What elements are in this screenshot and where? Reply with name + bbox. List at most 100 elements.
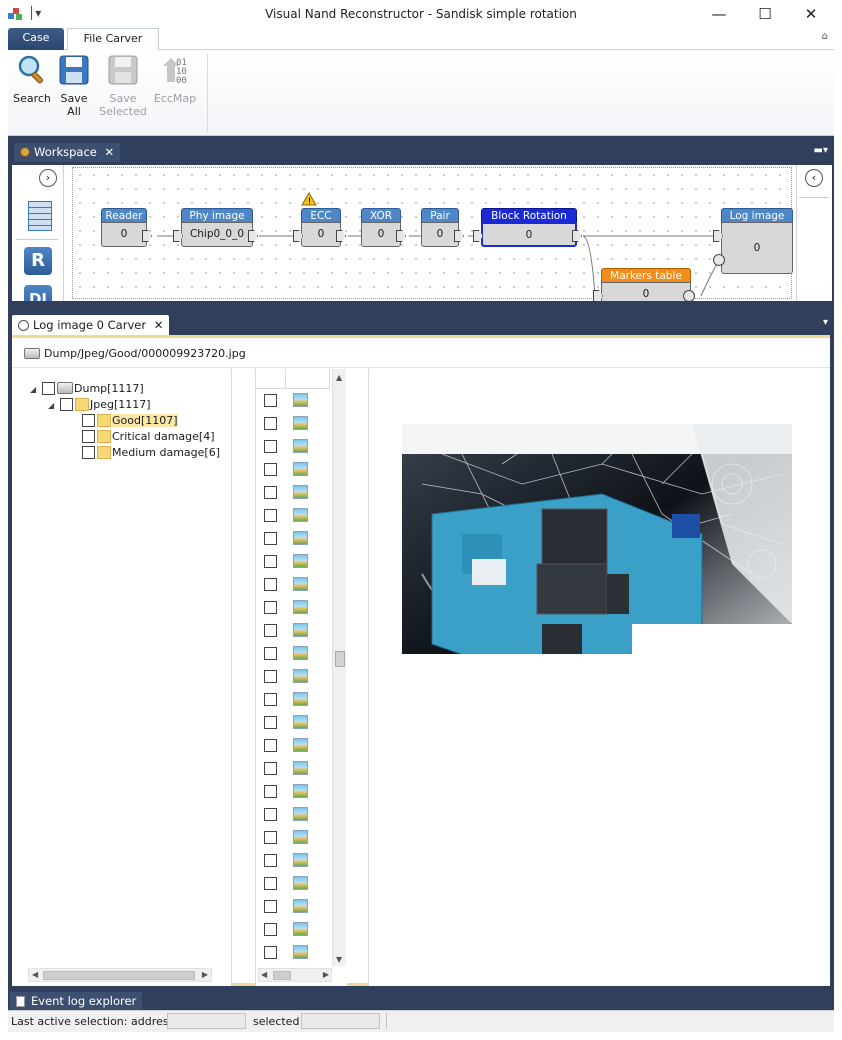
tab-log-image-carver[interactable]: Log image 0 Carver ✕ [12,315,170,335]
tree-checkbox[interactable] [82,414,95,427]
tree-item-jpeg[interactable]: ◢ Jpeg[1117] [48,397,151,413]
port-out[interactable] [683,290,695,301]
close-icon[interactable]: ✕ [154,318,164,332]
toolbox-expand-icon[interactable]: › [39,169,57,187]
file-checkbox[interactable] [264,854,277,867]
file-checkbox[interactable] [264,877,277,890]
file-checkbox[interactable] [264,624,277,637]
tool-di-icon[interactable]: DI [24,285,52,301]
file-checkbox[interactable] [264,923,277,936]
workflow-canvas[interactable]: Reader 0 Phy image Chip0_0_0 ! ECC 0 XOR… [72,167,793,301]
file-checkbox[interactable] [264,739,277,752]
scroll-right-icon[interactable]: ▶ [323,970,329,979]
tab-case[interactable]: Case [8,28,64,50]
tree-item-medium-damage[interactable]: Medium damage[6] [82,445,220,461]
maximize-button[interactable]: ☐ [742,0,788,28]
file-checkbox[interactable] [264,946,277,959]
file-checkbox[interactable] [264,693,277,706]
scroll-thumb[interactable] [335,651,345,667]
file-list-horizontal-scrollbar[interactable]: ◀ ▶ [258,968,332,982]
tree-item-good[interactable]: Good[1107] [82,413,178,429]
file-row[interactable] [256,919,330,942]
tab-workspace[interactable]: Workspace ✕ [14,143,121,162]
file-checkbox[interactable] [264,647,277,660]
folder-tree[interactable]: ◢ Dump[1117] ◢ Jpeg[1117] Good[1107] Criti… [12,369,232,986]
file-row[interactable] [256,413,330,436]
file-row[interactable] [256,942,330,965]
file-row[interactable] [256,528,330,551]
file-row[interactable] [256,643,330,666]
file-row[interactable] [256,896,330,919]
file-row[interactable] [256,873,330,896]
workspace-menu-icon[interactable]: ▬▾ [814,145,828,156]
file-checkbox[interactable] [264,440,277,453]
file-checkbox[interactable] [264,555,277,568]
file-checkbox[interactable] [264,463,277,476]
file-row[interactable] [256,689,330,712]
ribbon-collapse-icon[interactable]: ⌂ [822,31,828,42]
file-checkbox[interactable] [264,509,277,522]
tool-r-icon[interactable]: R [24,247,52,275]
port-in-secondary[interactable] [713,254,725,266]
file-checkbox[interactable] [264,785,277,798]
tree-horizontal-scrollbar[interactable]: ◀ ▶ [28,968,212,982]
file-row[interactable] [256,574,330,597]
file-row[interactable] [256,597,330,620]
carver-menu-icon[interactable]: ▾ [823,317,828,328]
toolbox-list-icon[interactable] [28,201,52,231]
tree-checkbox[interactable] [82,446,95,459]
file-checkbox[interactable] [264,808,277,821]
search-button[interactable]: Search [8,54,56,105]
file-row[interactable] [256,758,330,781]
file-checkbox[interactable] [264,394,277,407]
file-checkbox[interactable] [264,578,277,591]
file-checkbox[interactable] [264,716,277,729]
file-list[interactable]: ▲ ▼ ◀ ▶ [255,369,347,986]
file-row[interactable] [256,620,330,643]
collapse-left-icon[interactable]: ‹ [805,169,823,187]
file-checkbox[interactable] [264,900,277,913]
file-row[interactable] [256,850,330,873]
collapse-triangle-icon[interactable]: ◢ [30,382,42,398]
tree-checkbox[interactable] [60,398,73,411]
file-row[interactable] [256,712,330,735]
file-row[interactable] [256,781,330,804]
file-row[interactable] [256,436,330,459]
collapse-triangle-icon[interactable]: ◢ [48,398,60,414]
file-row[interactable] [256,482,330,505]
file-row[interactable] [256,551,330,574]
tree-checkbox[interactable] [42,382,55,395]
file-checkbox[interactable] [264,532,277,545]
file-checkbox[interactable] [264,670,277,683]
close-button[interactable]: ✕ [788,0,834,28]
scroll-left-icon[interactable]: ◀ [261,970,267,979]
minimize-button[interactable]: — [696,0,742,28]
tab-file-carver[interactable]: File Carver [67,28,159,51]
file-row[interactable] [256,804,330,827]
scroll-thumb[interactable] [43,971,195,980]
file-list-vertical-scrollbar[interactable]: ▲ ▼ [332,369,346,966]
eccmap-button[interactable]: 01 10 00 EccMap [151,54,199,105]
file-checkbox[interactable] [264,601,277,614]
scroll-up-icon[interactable]: ▲ [336,373,342,382]
close-icon[interactable]: ✕ [105,145,115,159]
file-row[interactable] [256,459,330,482]
scroll-right-icon[interactable]: ▶ [202,970,208,979]
tab-event-log-explorer[interactable]: Event log explorer [10,992,143,1010]
file-checkbox[interactable] [264,762,277,775]
scroll-left-icon[interactable]: ◀ [32,970,38,979]
file-checkbox[interactable] [264,831,277,844]
file-row[interactable] [256,390,330,413]
save-all-button[interactable]: Save All [50,54,98,118]
file-checkbox[interactable] [264,417,277,430]
tree-item-critical-damage[interactable]: Critical damage[4] [82,429,214,445]
file-row[interactable] [256,735,330,758]
tree-item-dump[interactable]: ◢ Dump[1117] [30,381,144,397]
file-checkbox[interactable] [264,486,277,499]
save-selected-button[interactable]: Save Selected [99,54,147,118]
file-row[interactable] [256,827,330,850]
scroll-down-icon[interactable]: ▼ [336,955,342,964]
scroll-thumb[interactable] [273,971,291,980]
tree-checkbox[interactable] [82,430,95,443]
file-row[interactable] [256,666,330,689]
